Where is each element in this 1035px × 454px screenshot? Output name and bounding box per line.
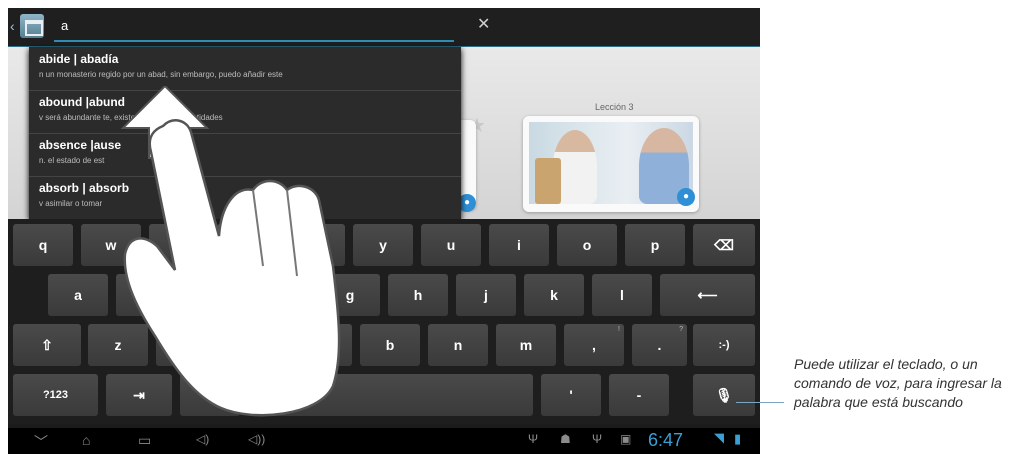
key-q[interactable]: q — [13, 224, 73, 266]
volume-down-icon[interactable]: ◁) — [196, 432, 209, 446]
status-clock: 6:47 — [648, 430, 684, 450]
suggestion-definition: v asimilar o tomar — [39, 199, 103, 208]
key-comma-hint: ! — [618, 326, 620, 333]
lesson-photo — [529, 122, 693, 204]
lesson-label: Lección 3 — [595, 102, 634, 112]
key-o[interactable]: o — [557, 224, 617, 266]
symbols-key[interactable]: ?123 — [13, 374, 98, 416]
key-apostrophe[interactable]: ' — [541, 374, 601, 416]
key-h[interactable]: h — [388, 274, 448, 316]
shift-key[interactable]: ⇧ — [13, 324, 81, 366]
key-n[interactable]: n — [428, 324, 488, 366]
hand-shape — [123, 119, 341, 417]
suggestion-item[interactable]: abide | abadía n un monasterio regido po… — [29, 47, 461, 91]
image-icon: ▣ — [620, 432, 632, 446]
key-l[interactable]: l — [592, 274, 652, 316]
home-nav-icon[interactable]: ⌂ — [82, 432, 90, 448]
key-u[interactable]: u — [421, 224, 481, 266]
key-comma-label: , — [592, 337, 596, 353]
caption-pointer-line — [736, 402, 784, 403]
key-period-hint: ? — [679, 326, 683, 333]
key-j[interactable]: j — [456, 274, 516, 316]
back-chevron-icon[interactable]: ‹ — [10, 18, 15, 34]
key-comma[interactable]: , ! — [564, 324, 624, 366]
key-p[interactable]: p — [625, 224, 685, 266]
key-period[interactable]: . ? — [632, 324, 687, 366]
key-y[interactable]: y — [353, 224, 413, 266]
tablet-screen: ‹ a ✕ ★ Lección 3 ● ● abide | abadía n u… — [8, 8, 760, 454]
key-dash[interactable]: - — [609, 374, 669, 416]
key-smiley[interactable]: :-) — [693, 324, 755, 366]
recents-nav-icon[interactable]: ▭ — [138, 432, 151, 449]
action-bar: ‹ a ✕ — [8, 8, 760, 47]
volume-up-icon[interactable]: ◁)) — [248, 432, 265, 446]
key-k[interactable]: k — [524, 274, 584, 316]
search-input[interactable]: a ✕ — [54, 12, 490, 42]
key-period-label: . — [657, 337, 662, 353]
backspace-icon: ⌫ — [714, 237, 734, 253]
app-icon[interactable] — [20, 14, 44, 38]
wifi-icon: ◥ — [714, 430, 724, 445]
usb-icon: Ψ — [592, 432, 603, 446]
photo-bag — [535, 158, 561, 204]
key-i[interactable]: i — [489, 224, 549, 266]
system-nav-bar: ﹀ ⌂ ▭ ◁) ◁)) Ψ ☗ Ψ ▣ 6:47 ◥ ▮ — [8, 428, 760, 454]
suggestion-word: abide | abadía — [39, 52, 119, 66]
lesson-card[interactable]: ● — [523, 116, 699, 212]
battery-icon: ▮ — [734, 431, 742, 446]
key-m[interactable]: m — [496, 324, 556, 366]
suggestion-definition: n. el estado de est — [39, 156, 105, 165]
backspace-key[interactable]: ⌫ — [693, 224, 755, 266]
back-nav-icon[interactable]: ﹀ — [34, 432, 48, 452]
lock-icon: ● — [677, 188, 695, 206]
key-a[interactable]: a — [48, 274, 108, 316]
clear-icon[interactable]: ✕ — [477, 14, 490, 34]
mic-icon: 🎙 — [715, 387, 733, 403]
suggestion-definition: n un monasterio regido por un abad, sin … — [39, 70, 283, 79]
mic-key[interactable]: 🎙 — [693, 374, 755, 416]
enter-icon: ⟵ — [697, 287, 718, 303]
search-query[interactable]: a — [61, 18, 68, 33]
caption-text: Puede utilizar el teclado, o un comando … — [794, 356, 1002, 410]
enter-key[interactable]: ⟵ — [660, 274, 755, 316]
usb-icon: Ψ — [528, 432, 539, 446]
key-b[interactable]: b — [360, 324, 420, 366]
shift-icon: ⇧ — [41, 337, 53, 353]
swipe-hand-icon — [120, 86, 341, 417]
android-icon: ☗ — [560, 432, 571, 446]
